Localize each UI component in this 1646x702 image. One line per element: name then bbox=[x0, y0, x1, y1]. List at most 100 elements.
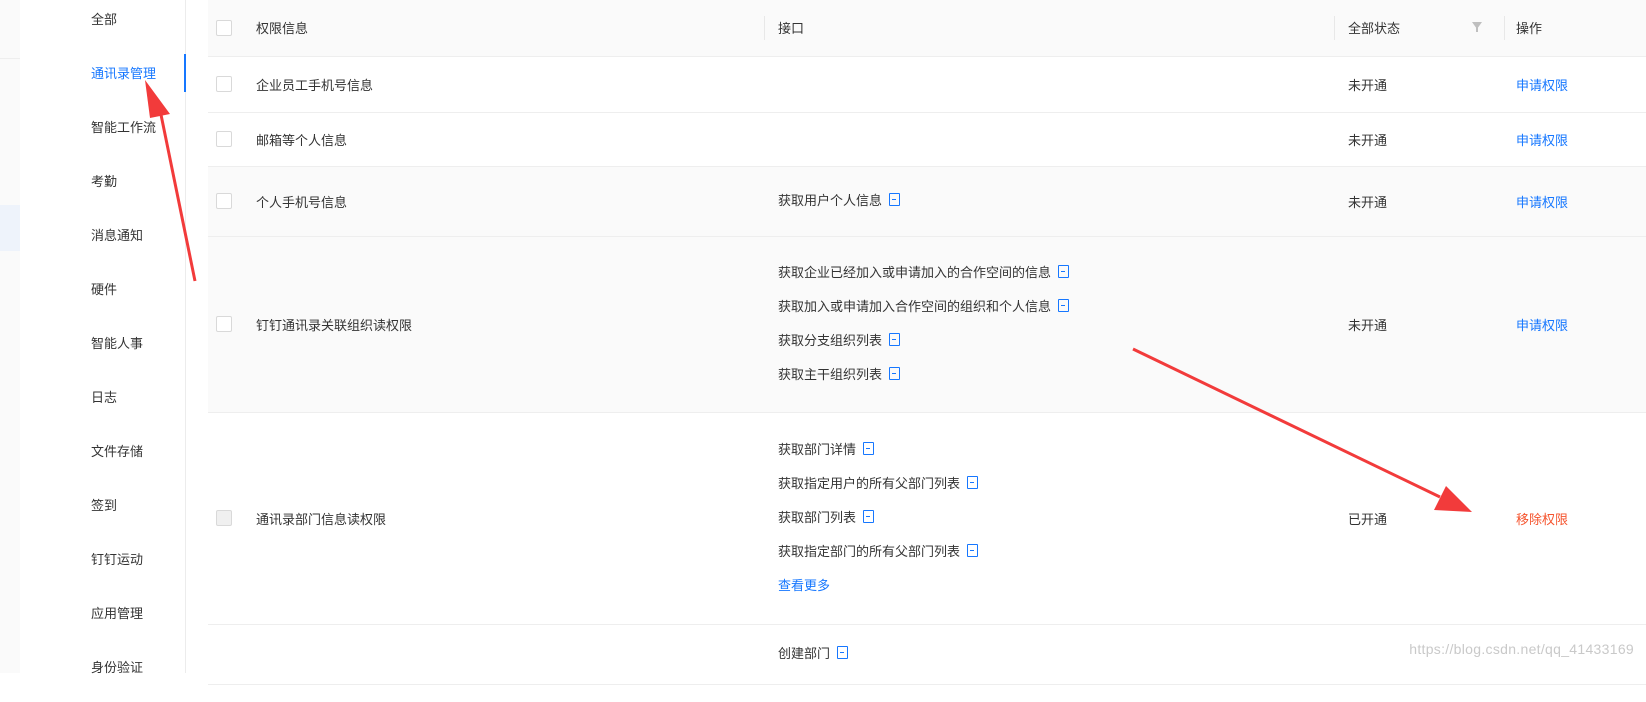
api-name: 创建部门 bbox=[778, 646, 831, 661]
document-icon[interactable] bbox=[1058, 299, 1070, 312]
permission-status: 未开通 bbox=[1348, 317, 1388, 333]
table-row: 钉钉通讯录关联组织读权限 获取企业已经加入或申请加入的合作空间的信息获取加入或申请… bbox=[208, 236, 1646, 412]
sidebar-item[interactable]: 硬件 bbox=[44, 270, 185, 324]
document-icon[interactable] bbox=[889, 333, 901, 346]
api-item: 获取部门列表 bbox=[778, 501, 1334, 535]
document-icon[interactable] bbox=[863, 510, 875, 523]
permission-name: 企业员工手机号信息 bbox=[256, 77, 374, 93]
outer-nav-divider bbox=[0, 58, 20, 59]
column-separator bbox=[764, 16, 765, 40]
apply-permission-link[interactable]: 申请权限 bbox=[1516, 133, 1568, 148]
row-checkbox[interactable] bbox=[216, 193, 232, 210]
apply-permission-link[interactable]: 申请权限 bbox=[1516, 78, 1568, 93]
api-name: 获取部门列表 bbox=[778, 510, 857, 525]
document-icon[interactable] bbox=[967, 476, 979, 489]
header-select-all-cell bbox=[208, 0, 246, 57]
sidebar-item[interactable]: 文件存储 bbox=[44, 432, 185, 486]
api-item: 创建部门 bbox=[778, 637, 1334, 671]
api-name: 获取企业已经加入或申请加入的合作空间的信息 bbox=[778, 265, 1052, 280]
column-separator bbox=[1334, 16, 1335, 40]
document-icon[interactable] bbox=[863, 442, 875, 455]
watermark: https://blog.csdn.net/qq_41433169 bbox=[1409, 641, 1634, 657]
document-icon[interactable] bbox=[889, 193, 901, 206]
row-select-cell bbox=[208, 166, 246, 236]
header-state-label: 全部状态 bbox=[1348, 21, 1401, 37]
sidebar-item-label: 硬件 bbox=[91, 282, 118, 297]
document-icon[interactable] bbox=[837, 646, 849, 659]
api-name: 获取部门详情 bbox=[778, 442, 857, 457]
api-item: 获取分支组织列表 bbox=[778, 324, 1334, 358]
apply-permission-link[interactable]: 申请权限 bbox=[1516, 195, 1568, 210]
api-item: 获取加入或申请加入合作空间的组织和个人信息 bbox=[778, 290, 1334, 324]
permission-table: 权限信息 接口 全部状态 操作 企业员工手机号信息 未开通 申请权限 邮箱等个人信息未… bbox=[208, 0, 1646, 685]
permission-status: 未开通 bbox=[1348, 77, 1388, 93]
api-cell: 创建部门 bbox=[764, 624, 1334, 684]
header-op-label: 操作 bbox=[1516, 21, 1543, 37]
permission-status: 已开通 bbox=[1348, 511, 1388, 527]
api-name: 获取分支组织列表 bbox=[778, 333, 883, 348]
document-icon[interactable] bbox=[889, 367, 901, 380]
view-more-link[interactable]: 查看更多 bbox=[778, 578, 830, 593]
sidebar-item[interactable]: 全部 bbox=[44, 0, 185, 54]
api-cell bbox=[764, 112, 1334, 166]
sidebar-item[interactable]: 钉钉运动 bbox=[44, 540, 185, 594]
api-item: 获取指定部门的所有父部门列表 bbox=[778, 535, 1334, 569]
permission-name: 通讯录部门信息读权限 bbox=[256, 511, 387, 527]
op-cell: 申请权限 bbox=[1504, 236, 1646, 412]
header-op: 操作 bbox=[1504, 0, 1646, 57]
permission-status: 未开通 bbox=[1348, 132, 1388, 148]
gutter bbox=[20, 0, 44, 673]
api-list: 创建部门 bbox=[778, 637, 1334, 671]
sidebar-item[interactable]: 签到 bbox=[44, 486, 185, 540]
sidebar-item[interactable]: 智能工作流 bbox=[44, 108, 185, 162]
permission-name: 钉钉通讯录关联组织读权限 bbox=[256, 317, 413, 333]
select-all-checkbox[interactable] bbox=[216, 20, 232, 37]
permission-name: 邮箱等个人信息 bbox=[256, 132, 348, 148]
row-select-cell bbox=[208, 412, 246, 624]
outer-nav-strip bbox=[0, 0, 21, 673]
api-item: 获取主干组织列表 bbox=[778, 358, 1334, 392]
row-checkbox[interactable] bbox=[216, 316, 232, 333]
table-header-row: 权限信息 接口 全部状态 操作 bbox=[208, 0, 1646, 57]
api-item: 获取指定用户的所有父部门列表 bbox=[778, 467, 1334, 501]
sidebar-item[interactable]: 考勤 bbox=[44, 162, 185, 216]
sidebar-item-label: 身份验证 bbox=[91, 660, 144, 675]
sidebar-item[interactable]: 消息通知 bbox=[44, 216, 185, 270]
api-item: 查看更多 bbox=[778, 569, 1334, 603]
api-list: 获取部门详情获取指定用户的所有父部门列表获取部门列表获取指定部门的所有父部门列表… bbox=[778, 433, 1334, 603]
row-checkbox[interactable] bbox=[216, 76, 232, 93]
sidebar-item-label: 通讯录管理 bbox=[91, 66, 157, 81]
sidebar-item[interactable]: 智能人事 bbox=[44, 324, 185, 378]
outer-nav-active-marker bbox=[0, 205, 20, 251]
table-body: 企业员工手机号信息 未开通 申请权限 邮箱等个人信息 未开通 申请权限 个人手机号信息 获取用… bbox=[208, 56, 1646, 684]
op-cell: 申请权限 bbox=[1504, 166, 1646, 236]
permission-name: 个人手机号信息 bbox=[256, 194, 348, 210]
op-cell: 移除权限 bbox=[1504, 412, 1646, 624]
sidebar-item[interactable]: 通讯录管理 bbox=[44, 54, 186, 108]
document-icon[interactable] bbox=[1058, 265, 1070, 278]
row-checkbox[interactable] bbox=[216, 131, 232, 148]
apply-permission-link[interactable]: 申请权限 bbox=[1516, 318, 1568, 333]
sidebar-item-label: 文件存储 bbox=[91, 444, 144, 459]
sidebar-item-label: 考勤 bbox=[91, 174, 118, 189]
table-row: 个人手机号信息 获取用户个人信息 未开通 申请权限 bbox=[208, 166, 1646, 236]
table-row: 企业员工手机号信息 未开通 申请权限 bbox=[208, 56, 1646, 112]
api-cell: 获取用户个人信息 bbox=[764, 166, 1334, 236]
remove-permission-link[interactable]: 移除权限 bbox=[1516, 512, 1568, 527]
permission-status: 未开通 bbox=[1348, 194, 1388, 210]
filter-icon[interactable] bbox=[1472, 22, 1482, 32]
document-icon[interactable] bbox=[967, 544, 979, 557]
sidebar-item[interactable]: 身份验证 bbox=[44, 648, 185, 702]
api-item: 获取部门详情 bbox=[778, 433, 1334, 467]
api-cell: 获取企业已经加入或申请加入的合作空间的信息获取加入或申请加入合作空间的组织和个人… bbox=[764, 236, 1334, 412]
sidebar-item[interactable]: 日志 bbox=[44, 378, 185, 432]
table-row: 邮箱等个人信息 未开通 申请权限 bbox=[208, 112, 1646, 166]
row-checkbox bbox=[216, 510, 232, 527]
sidebar-item[interactable]: 应用管理 bbox=[44, 594, 185, 648]
header-api-label: 接口 bbox=[778, 21, 805, 37]
row-select-cell bbox=[208, 56, 246, 112]
header-state[interactable]: 全部状态 bbox=[1334, 0, 1504, 57]
op-cell: 申请权限 bbox=[1504, 112, 1646, 166]
category-sidebar: 全部通讯录管理智能工作流考勤消息通知硬件智能人事 日志文件存储签到 钉钉运动 应用管理… bbox=[44, 0, 186, 675]
row-select-cell bbox=[208, 236, 246, 412]
